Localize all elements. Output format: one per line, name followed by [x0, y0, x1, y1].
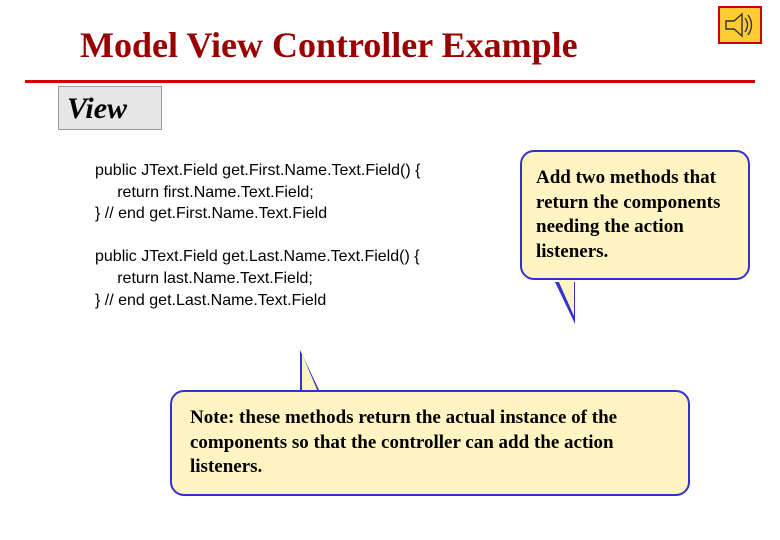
speaker-icon[interactable] [718, 6, 762, 44]
title-underline [25, 80, 755, 83]
callout-right: Add two methods that return the componen… [520, 150, 750, 280]
speaker-svg [723, 12, 757, 38]
code-block: public JText.Field get.First.Name.Text.F… [95, 160, 475, 311]
slide: Model View Controller Example View publi… [0, 0, 780, 540]
callout-right-tail-fill [558, 280, 574, 316]
callout-bottom: Note: these methods return the actual in… [170, 390, 690, 496]
view-label-box: View [58, 86, 162, 130]
slide-title: Model View Controller Example [80, 24, 578, 66]
callout-bottom-tail-fill [302, 354, 318, 392]
